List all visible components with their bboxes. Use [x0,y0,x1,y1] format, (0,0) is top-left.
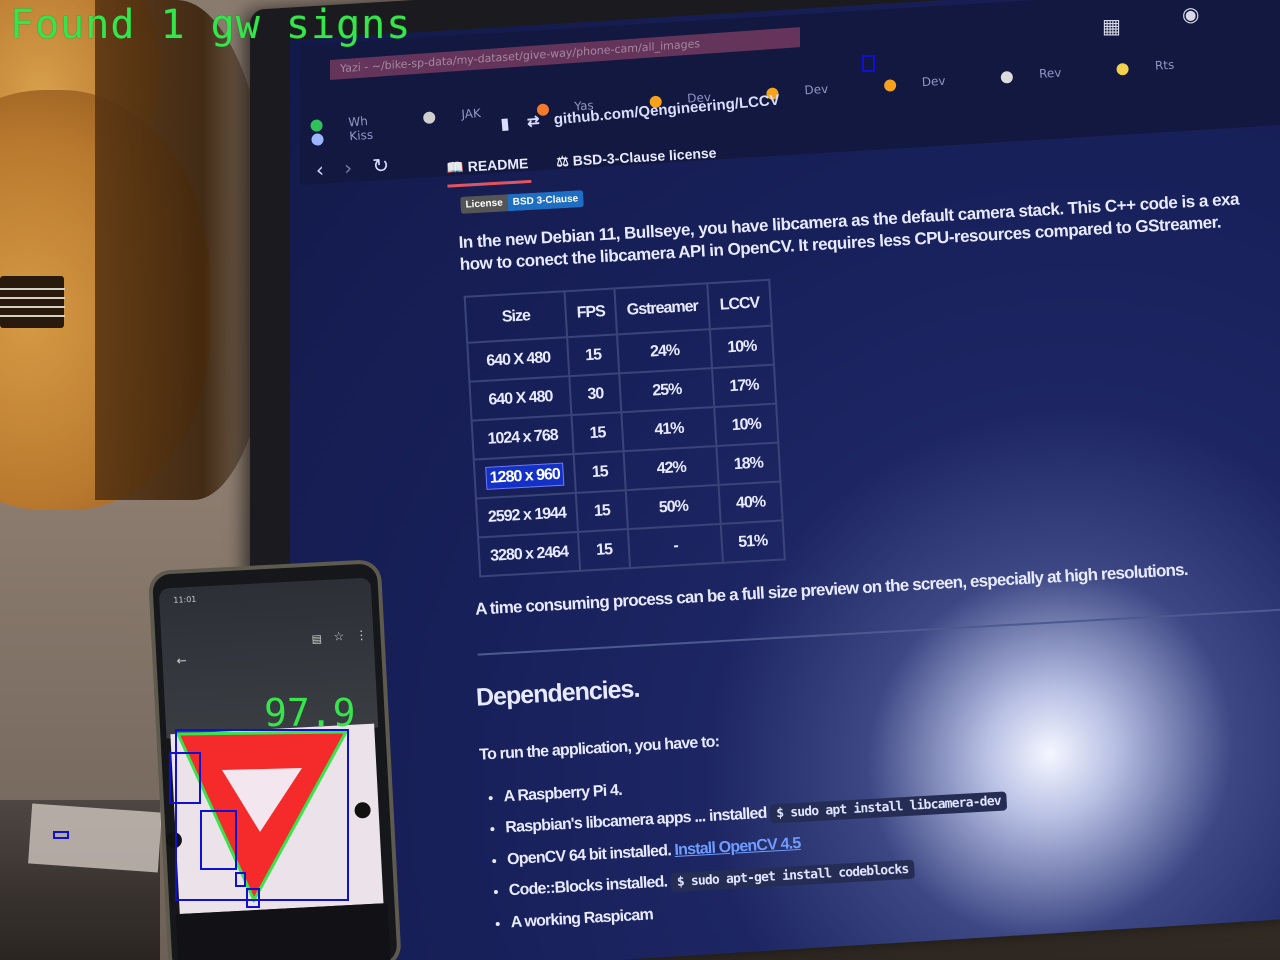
detection-overlay [53,55,875,908]
photo-scene: Yazi - ~/bike-sp-data/my-dataset/give-wa… [0,0,1280,960]
candidate-box [862,55,875,72]
candidate-box [53,831,69,839]
detection-summary: Found 1 gw signs [10,2,412,48]
detection-score: 97.9 [264,691,356,735]
